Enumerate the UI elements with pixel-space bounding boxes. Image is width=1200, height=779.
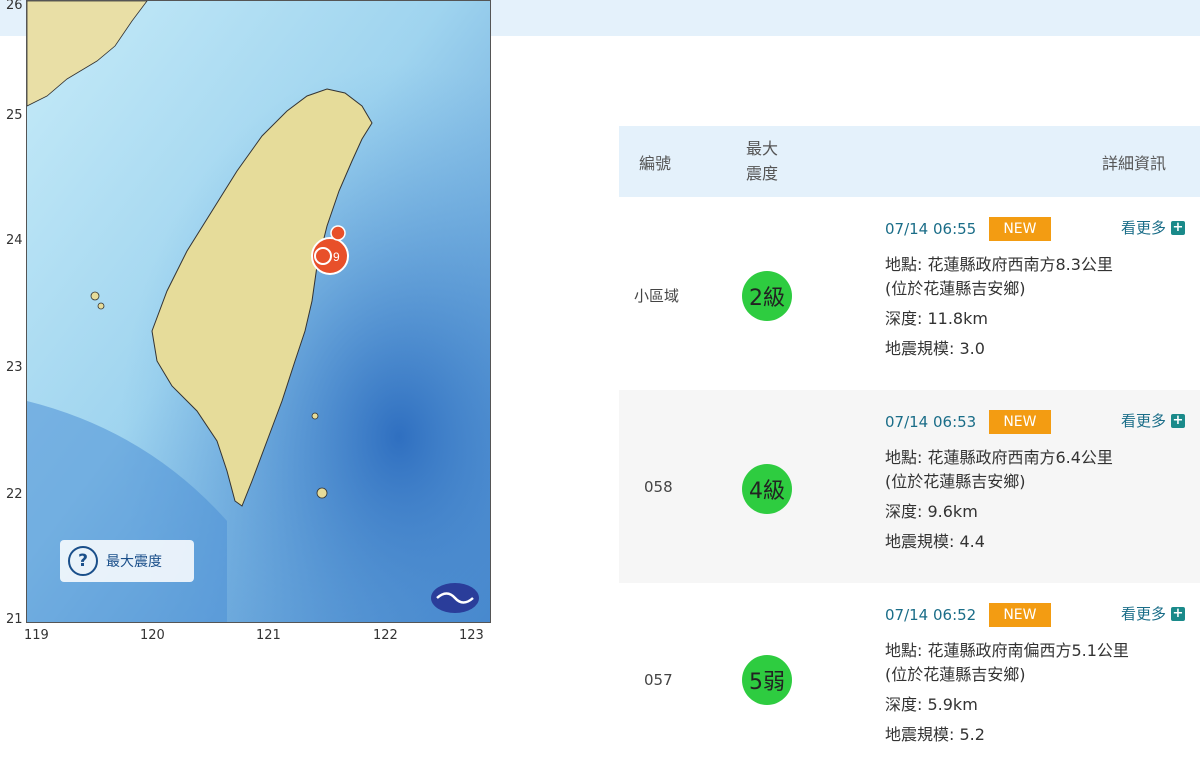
see-more-label: 看更多 (1120, 605, 1166, 623)
header-intensity-line1: 最大 (746, 139, 779, 158)
header-intensity: 最大 震度 (746, 136, 786, 186)
event-time: 07/14 06:53 (885, 412, 977, 431)
intensity-badge: 4級 (742, 464, 792, 514)
earthquake-map-panel: 26 25 24 23 22 21 9 ? 最大震度 119 120 121 1… (0, 0, 500, 660)
see-more-link[interactable]: 看更多 + (1121, 603, 1185, 624)
lat-label: 25 (6, 108, 23, 123)
lat-label: 23 (6, 360, 23, 375)
location-line: 地點: 花蓮縣政府西南方8.3公里 (885, 255, 1113, 274)
lon-label: 123 (459, 628, 484, 643)
epicenter-marker[interactable] (330, 225, 346, 241)
table-row[interactable]: 小區域 2級 07/14 06:55 NEW 看更多 + 地點: 花蓮縣政府西南… (619, 197, 1200, 390)
lat-label: 26 (6, 0, 23, 13)
header-details: 詳細資訊 (1101, 154, 1166, 173)
see-more-link[interactable]: 看更多 + (1121, 410, 1185, 431)
row-id: 057 (644, 671, 673, 689)
new-badge: NEW (989, 410, 1051, 434)
penghu-islands (90, 291, 100, 301)
question-icon: ? (68, 546, 98, 576)
epicenter-intensity-label: 9 (333, 250, 340, 264)
lon-label: 120 (140, 628, 165, 643)
magnitude-line: 地震規模: 5.2 (885, 725, 985, 744)
intensity-legend-button[interactable]: ? 最大震度 (60, 540, 194, 582)
lon-label: 122 (373, 628, 398, 643)
lat-label: 21 (6, 612, 23, 627)
depth-line: 深度: 9.6km (885, 502, 978, 521)
depth-line: 深度: 5.9km (885, 695, 978, 714)
event-time: 07/14 06:55 (885, 219, 977, 238)
table-row[interactable]: 057 5弱 07/14 06:52 NEW 看更多 + 地點: 花蓮縣政府南偏… (619, 583, 1200, 776)
plus-icon: + (1171, 219, 1185, 235)
lat-label: 22 (6, 487, 23, 502)
row-details: 07/14 06:55 NEW 看更多 + 地點: 花蓮縣政府西南方8.3公里 … (885, 217, 1185, 361)
row-id: 小區域 (634, 287, 680, 305)
location-town-line: (位於花蓮縣吉安鄉) (885, 665, 1026, 684)
see-more-link[interactable]: 看更多 + (1121, 217, 1185, 238)
header-id: 編號 (639, 154, 672, 173)
location-line: 地點: 花蓮縣政府西南方6.4公里 (885, 448, 1113, 467)
lon-label: 119 (24, 628, 49, 643)
event-time: 07/14 06:52 (885, 605, 977, 624)
map-graphic: 9 (27, 1, 490, 622)
penghu-islands (97, 302, 105, 310)
see-more-label: 看更多 (1120, 412, 1166, 430)
intensity-badge: 5弱 (742, 655, 792, 705)
location-town-line: (位於花蓮縣吉安鄉) (885, 279, 1026, 298)
lon-label: 121 (256, 628, 281, 643)
row-details: 07/14 06:52 NEW 看更多 + 地點: 花蓮縣政府南偏西方5.1公里… (885, 603, 1185, 747)
map-image[interactable]: 9 (26, 0, 491, 623)
new-badge: NEW (989, 217, 1051, 241)
magnitude-line: 地震規模: 3.0 (885, 339, 985, 358)
new-badge: NEW (989, 603, 1051, 627)
depth-line: 深度: 11.8km (885, 309, 988, 328)
row-id: 058 (644, 478, 673, 496)
orchid-island (316, 487, 328, 499)
location-line: 地點: 花蓮縣政府南偏西方5.1公里 (885, 641, 1129, 660)
table-header: 編號 最大 震度 詳細資訊 (619, 126, 1200, 197)
intensity-badge: 2級 (742, 271, 792, 321)
row-details: 07/14 06:53 NEW 看更多 + 地點: 花蓮縣政府西南方6.4公里 … (885, 410, 1185, 554)
plus-icon: + (1171, 412, 1185, 428)
legend-label: 最大震度 (106, 554, 162, 570)
plus-icon: + (1171, 605, 1185, 621)
magnitude-line: 地震規模: 4.4 (885, 532, 985, 551)
green-island (311, 412, 319, 420)
lat-label: 24 (6, 233, 23, 248)
earthquake-table: 編號 最大 震度 詳細資訊 小區域 2級 07/14 06:55 NEW 看更多… (619, 126, 1200, 776)
location-town-line: (位於花蓮縣吉安鄉) (885, 472, 1026, 491)
table-row[interactable]: 058 4級 07/14 06:53 NEW 看更多 + 地點: 花蓮縣政府西南… (619, 390, 1200, 583)
header-intensity-line2: 震度 (746, 164, 779, 183)
see-more-label: 看更多 (1120, 219, 1166, 237)
